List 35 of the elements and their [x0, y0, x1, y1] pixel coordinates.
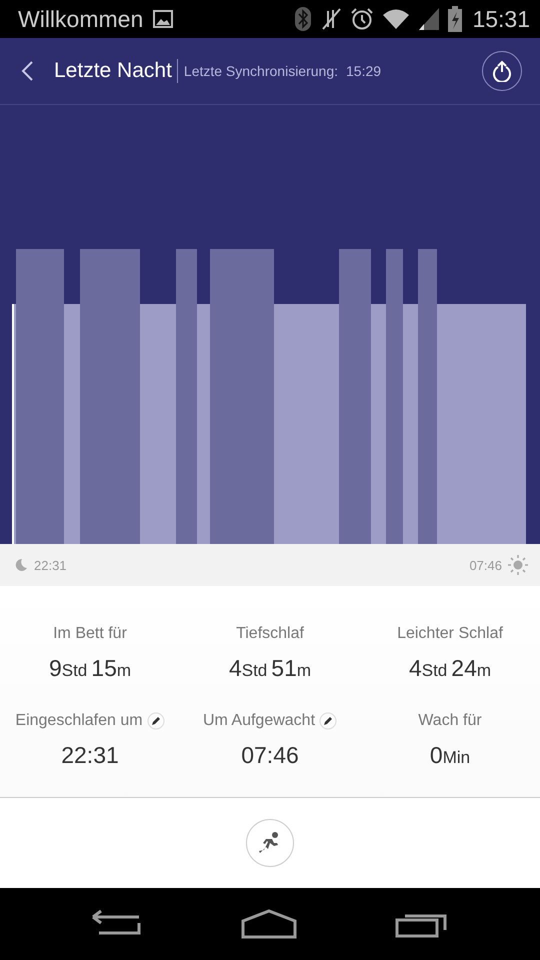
page-title: Letzte Nacht: [54, 59, 178, 83]
alarm-icon: [350, 7, 374, 31]
stat-label: Wach für: [418, 712, 482, 730]
sun-icon: [508, 555, 528, 575]
clock-time: 15:31: [472, 6, 530, 32]
stat-value: 4Std 51m: [228, 654, 312, 682]
stat-label: Leichter Schlaf: [397, 624, 503, 642]
stat-label: Um Aufgewacht: [202, 712, 316, 730]
sync-label: Letzte Synchronisierung:: [184, 63, 338, 79]
signal-icon: [418, 7, 440, 31]
moon-icon: [14, 558, 28, 572]
home-icon[interactable]: [241, 909, 297, 939]
upload-icon: [491, 60, 513, 82]
image-icon: [153, 10, 174, 28]
mute-icon: [320, 7, 342, 31]
stat-value: 22:31: [61, 742, 119, 768]
activity-button[interactable]: [246, 819, 294, 867]
end-time: 07:46: [469, 558, 502, 572]
start-time: 22:31: [34, 558, 67, 572]
wifi-icon: [382, 8, 410, 30]
stat-value: 0Min: [430, 742, 470, 768]
sync-time: 15:29: [346, 63, 382, 79]
stat-value: 9Std 15m: [48, 654, 132, 682]
bluetooth-icon: [294, 6, 312, 32]
edit-icon[interactable]: [146, 712, 165, 730]
battery-icon: [448, 6, 462, 32]
stat-value: 07:46: [241, 742, 299, 768]
notification-title: Willkommen: [18, 6, 144, 32]
stat-value: 4Std 24m: [408, 654, 492, 682]
stat-label: Im Bett für: [53, 624, 127, 642]
edit-icon[interactable]: [319, 712, 338, 730]
stat-label: Tiefschlaf: [236, 624, 304, 642]
back-icon[interactable]: [20, 60, 34, 82]
share-button[interactable]: [482, 51, 522, 91]
stat-label: Eingeschlafen um: [15, 712, 143, 730]
